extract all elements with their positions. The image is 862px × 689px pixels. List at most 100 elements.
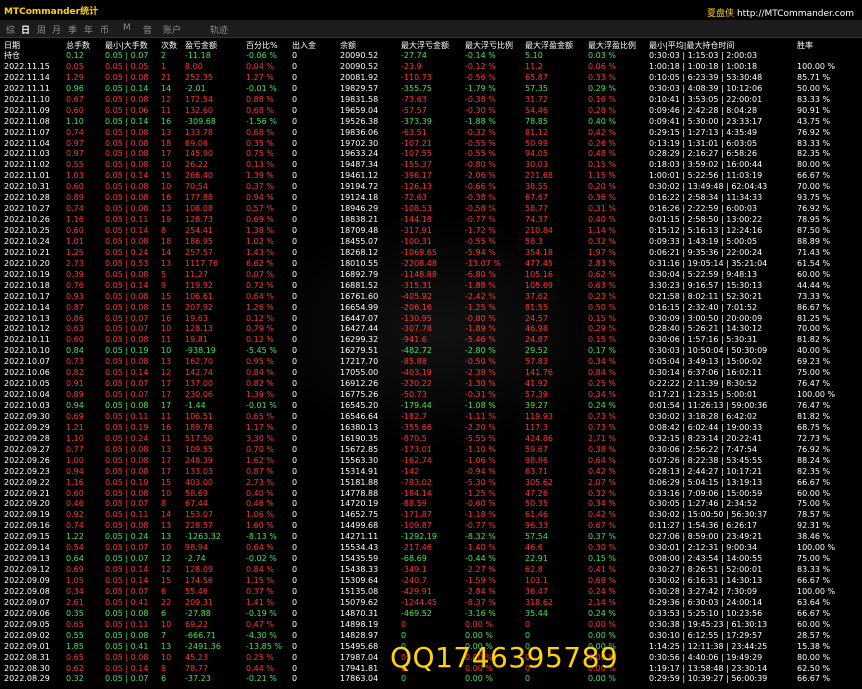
table-row[interactable]: 2022.10.21 1.25 0.05 | 0.24 14 257.57 1.43 % 0… — [0, 248, 862, 259]
header-cell[interactable]: 最大浮盈比例 — [588, 40, 636, 51]
tab-timeframe-8[interactable]: 音 — [143, 23, 152, 36]
table-row[interactable]: 2022.09.08 0.34 0.05 | 0.07 6 55.46 0.37 % 0 15… — [0, 587, 862, 598]
tab-timeframe-4[interactable]: 季 — [68, 23, 77, 36]
table-row[interactable]: 2022.11.03 0.97 0.05 | 0.08 17 145.90 0.75 % 0… — [0, 149, 862, 160]
table-row[interactable]: 2022.10.26 1.16 0.05 | 0.11 19 128.73 0.69 % 0… — [0, 215, 862, 226]
cell-date: 2022.10.28 — [4, 193, 50, 203]
table-row[interactable]: 2022.11.08 1.10 0.05 | 0.14 16 -309.68 -1.56 … — [0, 117, 862, 128]
table-row-holding[interactable]: 持仓 0.12 0.05 | 0.07 2 -11.18 -0.06 % 0 20090.52… — [0, 51, 862, 62]
header-cell[interactable]: 最大浮亏比例 — [465, 40, 513, 51]
cell-balance: 17863.04 — [340, 674, 379, 684]
tab-timeframe-9[interactable]: 账户 — [163, 23, 181, 36]
table-row[interactable]: 2022.10.24 1.01 0.05 | 0.08 18 186.95 1.02 % 0… — [0, 237, 862, 248]
table-row[interactable]: 2022.10.13 0.86 0.05 | 0.07 16 19.63 0.12 % 0 1… — [0, 314, 862, 325]
table-row[interactable]: 2022.10.05 0.91 0.05 | 0.07 17 137.00 0.82 % 0… — [0, 379, 862, 390]
table-row[interactable]: 2022.10.27 0.74 0.05 | 0.08 13 108.08 0.57 % 0… — [0, 204, 862, 215]
cell-lots: 0.74 — [66, 204, 84, 214]
table-row[interactable]: 2022.10.07 0.73 0.05 | 0.08 13 162.70 0.95 % 0… — [0, 357, 862, 368]
table-row[interactable]: 2022.10.25 0.60 0.05 | 0.14 8 254.41 1.38 % 0 1… — [0, 226, 862, 237]
table-row[interactable]: 2022.09.23 0.94 0.05 | 0.08 17 133.03 0.87 % 0… — [0, 467, 862, 478]
table-row[interactable]: 2022.09.26 1.00 0.05 | 0.08 17 248.39 1.62 % 0… — [0, 456, 862, 467]
table-row[interactable]: 2022.09.05 0.65 0.05 | 0.11 10 69.22 0.47 % 0 1… — [0, 620, 862, 631]
cell-maxfp_pct: 0.62 % — [588, 269, 616, 279]
header-cell[interactable]: 总手数 — [66, 40, 90, 51]
table-row[interactable]: 2022.09.12 0.69 0.05 | 0.14 12 128.09 0.84 % 0… — [0, 565, 862, 576]
cell-flow: 0 — [292, 663, 298, 673]
header-cell[interactable]: 出入金 — [292, 40, 316, 51]
table-row[interactable]: 2022.10.03 0.94 0.05 | 0.08 17 -1.44 -0.01 % 0… — [0, 401, 862, 412]
table-row[interactable]: 2022.09.16 0.74 0.05 | 0.08 13 228.57 1.60 % 0… — [0, 521, 862, 532]
table-row[interactable]: 2022.10.10 0.84 0.05 | 0.19 10 -938.19 -5.45 … — [0, 346, 862, 357]
header-cell[interactable]: 最大浮亏金额 — [401, 40, 449, 51]
header-cell[interactable]: 盈亏金额 — [185, 40, 217, 51]
cell-maxfp_pct: 0.42 % — [588, 127, 616, 137]
table-row[interactable]: 2022.09.28 1.10 0.05 | 0.24 11 517.50 3.30 % 0… — [0, 434, 862, 445]
tab-timeframe-7[interactable]: M — [123, 23, 131, 33]
cell-count: 13 — [161, 444, 172, 454]
cell-maxfp: 0 — [525, 630, 531, 640]
tab-timeframe-3[interactable]: 月 — [52, 23, 61, 36]
tab-timeframe-10[interactable]: 轨迹 — [210, 23, 228, 36]
table-row[interactable]: 2022.09.19 0.92 0.05 | 0.11 14 153.07 1.06 % 0… — [0, 510, 862, 521]
table-row[interactable]: 2022.11.14 1.29 0.05 | 0.08 21 252.35 1.27 % 0… — [0, 73, 862, 84]
table-row[interactable]: 2022.10.04 0.89 0.05 | 0.07 17 230.06 1.39 % 0… — [0, 390, 862, 401]
table-row[interactable]: 2022.10.06 0.82 0.05 | 0.14 12 142.74 0.84 % 0… — [0, 368, 862, 379]
tab-timeframe-1[interactable]: 日 — [21, 23, 30, 36]
cell-lots: 0.87 — [66, 302, 84, 312]
header-cell[interactable]: 最小|大手数 — [105, 40, 148, 51]
table-row[interactable]: 2022.10.20 2.73 0.05 | 0.53 13 1117.76 6.62 %… — [0, 259, 862, 270]
table-row[interactable]: 2022.09.06 0.35 0.05 | 0.08 6 -27.88 -0.19 % 0… — [0, 609, 862, 620]
brand-link[interactable]: 夏盘侠 http://MTCommander.com — [707, 6, 854, 19]
table-row[interactable]: 2022.09.13 0.64 0.05 | 0.07 12 -2.74 -0.02 % 0… — [0, 554, 862, 565]
header-cell[interactable]: 百分比% — [246, 40, 278, 51]
table-row[interactable]: 2022.09.20 0.46 0.05 | 0.07 8 67.44 0.46 % 0 14… — [0, 499, 862, 510]
table-row[interactable]: 2022.10.17 0.93 0.05 | 0.08 15 106.61 0.64 % 0… — [0, 292, 862, 303]
cell-flow: 0 — [292, 335, 298, 345]
table-row[interactable]: 2022.09.22 1.16 0.05 | 0.19 15 403.00 2.73 % 0… — [0, 478, 862, 489]
header-cell[interactable]: 余额 — [340, 40, 356, 51]
table-row[interactable]: 2022.11.01 1.03 0.05 | 0.14 15 266.40 1.39 % 0… — [0, 171, 862, 182]
cell-pct: 1.38 % — [246, 226, 274, 235]
header-cell[interactable]: 次数 — [161, 40, 177, 51]
cell-count: 17 — [161, 149, 172, 159]
table-row[interactable]: 2022.09.02 0.55 0.05 | 0.08 7 -666.71 -4.30 %… — [0, 631, 862, 642]
table-row[interactable]: 2022.09.14 0.54 0.05 | 0.07 10 98.94 0.64 % 0 1… — [0, 543, 862, 554]
table-row[interactable]: 2022.09.15 1.22 0.05 | 0.24 13 -1263.32 -8.13… — [0, 532, 862, 543]
table-row[interactable]: 2022.09.27 0.77 0.05 | 0.08 13 109.55 0.70 % 0… — [0, 445, 862, 456]
table-row[interactable]: 2022.11.04 0.97 0.05 | 0.08 18 69.06 0.35 % 0 1… — [0, 139, 862, 150]
cell-hold: 0:16:26 | 2:22:59 | 6:00:03 — [649, 204, 758, 214]
table-row[interactable]: 2022.11.09 0.60 0.05 | 0.06 11 132.60 0.68 % 0… — [0, 106, 862, 117]
table-row[interactable]: 2022.10.28 0.89 0.05 | 0.08 16 177.88 0.94 % 0… — [0, 193, 862, 204]
table-row[interactable]: 2022.11.02 0.55 0.05 | 0.08 10 26.22 0.13 % 0 1… — [0, 160, 862, 171]
table-row[interactable]: 2022.11.07 0.74 0.05 | 0.08 13 133.78 0.68 % 0… — [0, 128, 862, 139]
cell-lots: 0.89 — [66, 193, 84, 203]
header-cell[interactable]: 胜率 — [797, 40, 813, 51]
table-row[interactable]: 2022.10.14 0.87 0.05 | 0.08 15 207.92 1.26 % 0… — [0, 303, 862, 314]
table-row[interactable]: 2022.09.07 2.61 0.05 | 0.41 22 209.31 1.41 % 0… — [0, 598, 862, 609]
table-row[interactable]: 2022.10.19 0.39 0.05 | 0.08 5 11.27 0.07 % 0 16… — [0, 270, 862, 281]
header-cell[interactable]: 日期 — [4, 40, 20, 51]
tab-timeframe-6[interactable]: 币 — [100, 23, 109, 36]
table-row[interactable]: 2022.10.11 0.60 0.05 | 0.08 11 19.81 0.12 % 0 1… — [0, 335, 862, 346]
header-cell[interactable]: 最大浮盈金额 — [525, 40, 573, 51]
cell-pnl: -1.44 — [185, 401, 206, 410]
tab-timeframe-2[interactable]: 周 — [37, 23, 46, 36]
cell-maxfp: 96.33 — [525, 521, 548, 531]
table-row[interactable]: 2022.08.29 0.32 0.05 | 0.07 6 -37.23 -0.21 % 0… — [0, 674, 862, 685]
table-row[interactable]: 2022.11.15 0.05 0.05 | 0.05 1 8.00 0.04 % 0 200… — [0, 62, 862, 73]
cell-count: 15 — [161, 171, 172, 181]
table-row[interactable]: 2022.09.30 0.69 0.05 | 0.11 11 106.51 0.65 % 0… — [0, 412, 862, 423]
table-row[interactable]: 2022.10.18 0.76 0.05 | 0.14 9 119.92 0.72 % 0 1… — [0, 281, 862, 292]
table-row[interactable]: 2022.09.09 1.05 0.05 | 0.14 15 174.56 1.15 % 0… — [0, 576, 862, 587]
tab-timeframe-5[interactable]: 年 — [84, 23, 93, 36]
tab-timeframe-0[interactable]: 综 — [6, 23, 15, 36]
table-row[interactable]: 2022.09.21 0.60 0.05 | 0.08 10 58.69 0.40 % 0 1… — [0, 489, 862, 500]
cell-minmax: 0.05 | 0.53 — [105, 258, 149, 268]
table-row[interactable]: 2022.11.11 0.96 0.05 | 0.14 14 -2.01 -0.01 % 0… — [0, 84, 862, 95]
table-row[interactable]: 2022.10.12 0.63 0.05 | 0.07 10 128.13 0.79 % 0… — [0, 324, 862, 335]
header-cell[interactable]: 最小|平均|最大持仓时间 — [649, 40, 734, 51]
table-row[interactable]: 2022.10.31 0.60 0.05 | 0.08 10 70.54 0.37 % 0 1… — [0, 182, 862, 193]
table-row[interactable]: 2022.11.10 0.67 0.05 | 0.08 12 172.54 0.88 % 0… — [0, 95, 862, 106]
table-row[interactable]: 2022.09.29 1.21 0.05 | 0.19 16 189.78 1.17 % 0… — [0, 423, 862, 434]
cell-lots: 0.39 — [66, 269, 84, 279]
